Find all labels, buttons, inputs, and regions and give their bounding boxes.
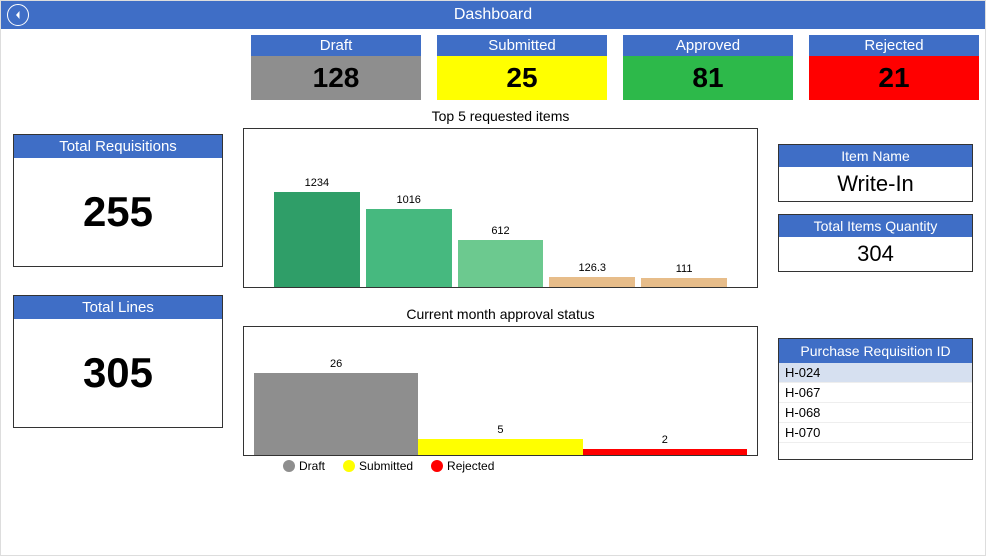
list-item[interactable]: H-068 (779, 403, 972, 423)
list-item[interactable]: H-067 (779, 383, 972, 403)
status-label: Approved (623, 35, 793, 56)
page-title: Dashboard (454, 6, 532, 24)
bar: 111 (641, 263, 727, 287)
chevron-left-icon (13, 10, 23, 20)
legend-rejected: Rejected (431, 459, 494, 473)
legend-dot-icon (283, 460, 295, 472)
status-label: Draft (251, 35, 421, 56)
bar-rect (549, 277, 635, 287)
status-card-rejected[interactable]: Rejected 21 (809, 35, 979, 100)
bar-rect (254, 373, 418, 455)
bar: 1016 (366, 194, 452, 287)
kpi-total-lines[interactable]: Total Lines 305 (13, 295, 223, 428)
bar: 26 (254, 358, 418, 455)
bar: 2 (583, 434, 747, 455)
bar-rect (641, 278, 727, 287)
pr-list-body[interactable]: H-024H-067H-068H-070 (779, 363, 972, 459)
bar-value-label: 26 (330, 358, 342, 370)
bar-rect (274, 192, 360, 287)
bar: 5 (418, 424, 582, 455)
header-bar: Dashboard (1, 1, 985, 29)
kpi-value: Write-In (779, 167, 972, 201)
kpi-value: 305 (14, 319, 222, 427)
legend-label: Rejected (447, 459, 494, 473)
status-value: 81 (623, 56, 793, 100)
status-card-draft[interactable]: Draft 128 (251, 35, 421, 100)
legend-dot-icon (343, 460, 355, 472)
chart-top5: 1234 1016 612 126.3 111 (243, 128, 758, 288)
status-value: 21 (809, 56, 979, 100)
bar-value-label: 5 (497, 424, 503, 436)
chart1-title: Top 5 requested items (243, 108, 758, 124)
bar: 1234 (274, 177, 360, 287)
bar: 126.3 (549, 262, 635, 287)
status-label: Submitted (437, 35, 607, 56)
legend-draft: Draft (283, 459, 325, 473)
legend-label: Submitted (359, 459, 413, 473)
bar-value-label: 126.3 (579, 262, 607, 274)
kpi-total-items-qty[interactable]: Total Items Quantity 304 (778, 214, 973, 272)
status-value: 128 (251, 56, 421, 100)
chart2-legend: Draft Submitted Rejected (283, 459, 758, 473)
kpi-label: Item Name (779, 145, 972, 167)
bar-rect (458, 240, 544, 287)
kpi-label: Total Lines (14, 296, 222, 319)
back-button[interactable] (7, 4, 29, 26)
chart2-title: Current month approval status (243, 306, 758, 322)
chart-approval-status: 26 5 2 (243, 326, 758, 456)
bar-value-label: 111 (676, 263, 693, 275)
bar-value-label: 1016 (396, 194, 420, 206)
kpi-total-requisitions[interactable]: Total Requisitions 255 (13, 134, 223, 267)
bar-value-label: 612 (491, 225, 509, 237)
bar: 612 (458, 225, 544, 287)
bar-rect (418, 439, 582, 455)
kpi-label: Total Requisitions (14, 135, 222, 158)
pr-list-header: Purchase Requisition ID (779, 339, 972, 363)
legend-submitted: Submitted (343, 459, 413, 473)
bar-rect (583, 449, 747, 455)
status-row: Draft 128 Submitted 25 Approved 81 Rejec… (251, 35, 985, 100)
list-item[interactable]: H-070 (779, 423, 972, 443)
bar-value-label: 2 (662, 434, 668, 446)
bar-value-label: 1234 (305, 177, 329, 189)
status-card-submitted[interactable]: Submitted 25 (437, 35, 607, 100)
status-label: Rejected (809, 35, 979, 56)
list-item[interactable]: H-024 (779, 363, 972, 383)
legend-dot-icon (431, 460, 443, 472)
status-value: 25 (437, 56, 607, 100)
legend-label: Draft (299, 459, 325, 473)
bar-rect (366, 209, 452, 287)
kpi-value: 304 (779, 237, 972, 271)
purchase-requisition-list: Purchase Requisition ID H-024H-067H-068H… (778, 338, 973, 460)
kpi-label: Total Items Quantity (779, 215, 972, 237)
kpi-item-name[interactable]: Item Name Write-In (778, 144, 973, 202)
status-card-approved[interactable]: Approved 81 (623, 35, 793, 100)
kpi-value: 255 (14, 158, 222, 266)
